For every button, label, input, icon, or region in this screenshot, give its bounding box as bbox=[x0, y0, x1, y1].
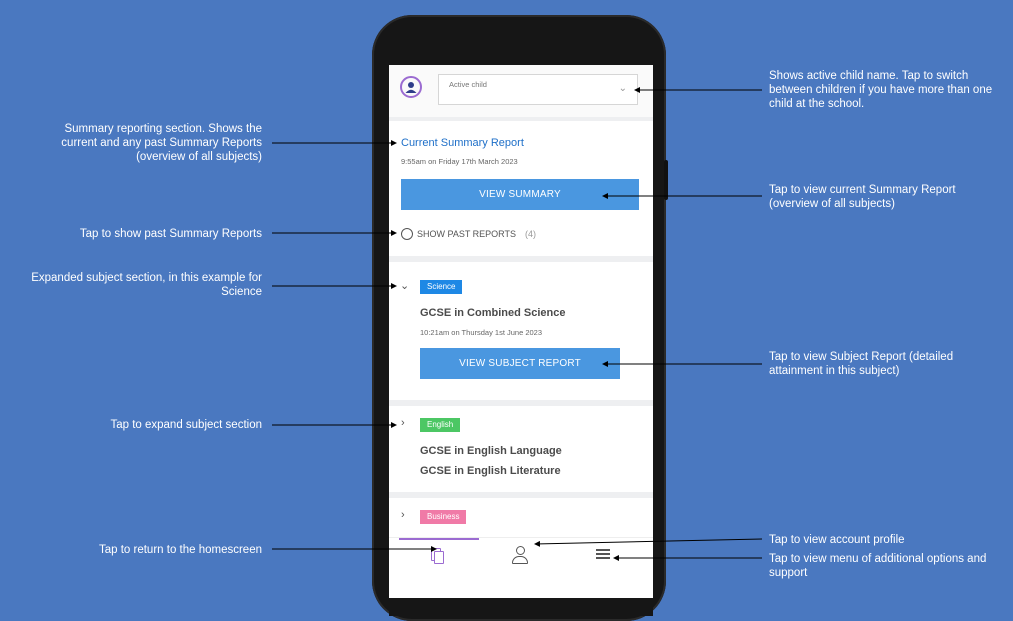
child-avatar-icon bbox=[400, 76, 422, 98]
profile-tab[interactable] bbox=[510, 545, 530, 565]
subject-tag-science: Science bbox=[420, 280, 463, 294]
chevron-down-icon[interactable]: ⌄ bbox=[400, 279, 409, 292]
home-tab[interactable] bbox=[427, 545, 447, 565]
chevron-right-icon[interactable]: › bbox=[401, 417, 405, 429]
past-reports-count: (4) bbox=[525, 229, 536, 239]
system-nav-area bbox=[389, 573, 653, 598]
annotation-past-reports: Tap to show past Summary Reports bbox=[79, 228, 262, 240]
menu-icon bbox=[596, 549, 610, 551]
annotation-active-child: Shows active child name. Tap to switch b… bbox=[769, 70, 993, 110]
subject-tag-business: Business bbox=[420, 510, 467, 524]
summary-timestamp: 9:55am on Friday 17th March 2023 bbox=[401, 157, 518, 166]
menu-tab[interactable] bbox=[594, 547, 614, 563]
annotation-expand-subject: Tap to expand subject section bbox=[110, 419, 262, 431]
past-reports-label: SHOW PAST REPORTS bbox=[417, 229, 517, 239]
annotation-account-profile: Tap to view account profile bbox=[769, 534, 905, 546]
view-summary-button[interactable]: VIEW SUMMARY bbox=[401, 179, 639, 210]
course-title: GCSE in Combined Science bbox=[420, 307, 566, 319]
summary-section: Current Summary Report 9:55am on Friday … bbox=[389, 121, 653, 256]
annotation-summary-section: Summary reporting section. Shows the cur… bbox=[61, 123, 262, 163]
annotated-screenshot: Active child ⌄ Current Summary Report 9:… bbox=[0, 0, 1013, 621]
history-icon bbox=[401, 228, 413, 240]
active-tab-indicator bbox=[399, 538, 479, 540]
course-title: GCSE in English Literature bbox=[420, 465, 561, 477]
active-child-label: Active child bbox=[449, 80, 487, 89]
annotation-view-subject: Tap to view Subject Report (detailed att… bbox=[769, 351, 954, 377]
annotation-homescreen: Tap to return to the homescreen bbox=[98, 544, 262, 556]
app-screen: Active child ⌄ Current Summary Report 9:… bbox=[389, 65, 653, 598]
view-subject-report-button[interactable]: VIEW SUBJECT REPORT bbox=[420, 348, 620, 379]
current-summary-title[interactable]: Current Summary Report bbox=[401, 137, 524, 149]
subject-section-english: › English GCSE in English Language GCSE … bbox=[389, 406, 653, 492]
bottom-nav bbox=[389, 537, 653, 574]
chevron-down-icon: ⌄ bbox=[618, 83, 627, 94]
chevron-right-icon[interactable]: › bbox=[401, 509, 405, 521]
active-child-header: Active child ⌄ bbox=[389, 65, 653, 117]
subject-timestamp: 10:21am on Thursday 1st June 2023 bbox=[420, 328, 543, 337]
subject-tag-english: English bbox=[420, 418, 461, 432]
active-child-select[interactable]: Active child ⌄ bbox=[438, 74, 638, 105]
annotation-menu: Tap to view menu of additional options a… bbox=[769, 553, 987, 579]
profile-icon-body bbox=[512, 556, 528, 564]
annotation-expanded-subject: Expanded subject section, in this exampl… bbox=[31, 272, 262, 298]
annotation-view-summary: Tap to view current Summary Report (over… bbox=[769, 184, 956, 210]
course-title: GCSE in English Language bbox=[420, 445, 562, 457]
phone-side-button bbox=[664, 160, 668, 200]
phone-bottom-bezel bbox=[389, 598, 653, 616]
subject-section-science: ⌄ Science GCSE in Combined Science 10:21… bbox=[389, 262, 653, 400]
profile-icon bbox=[516, 546, 525, 555]
subject-section-business: › Business bbox=[389, 498, 653, 538]
home-icon-back bbox=[434, 551, 444, 564]
show-past-reports-button[interactable]: SHOW PAST REPORTS (4) bbox=[401, 228, 551, 242]
